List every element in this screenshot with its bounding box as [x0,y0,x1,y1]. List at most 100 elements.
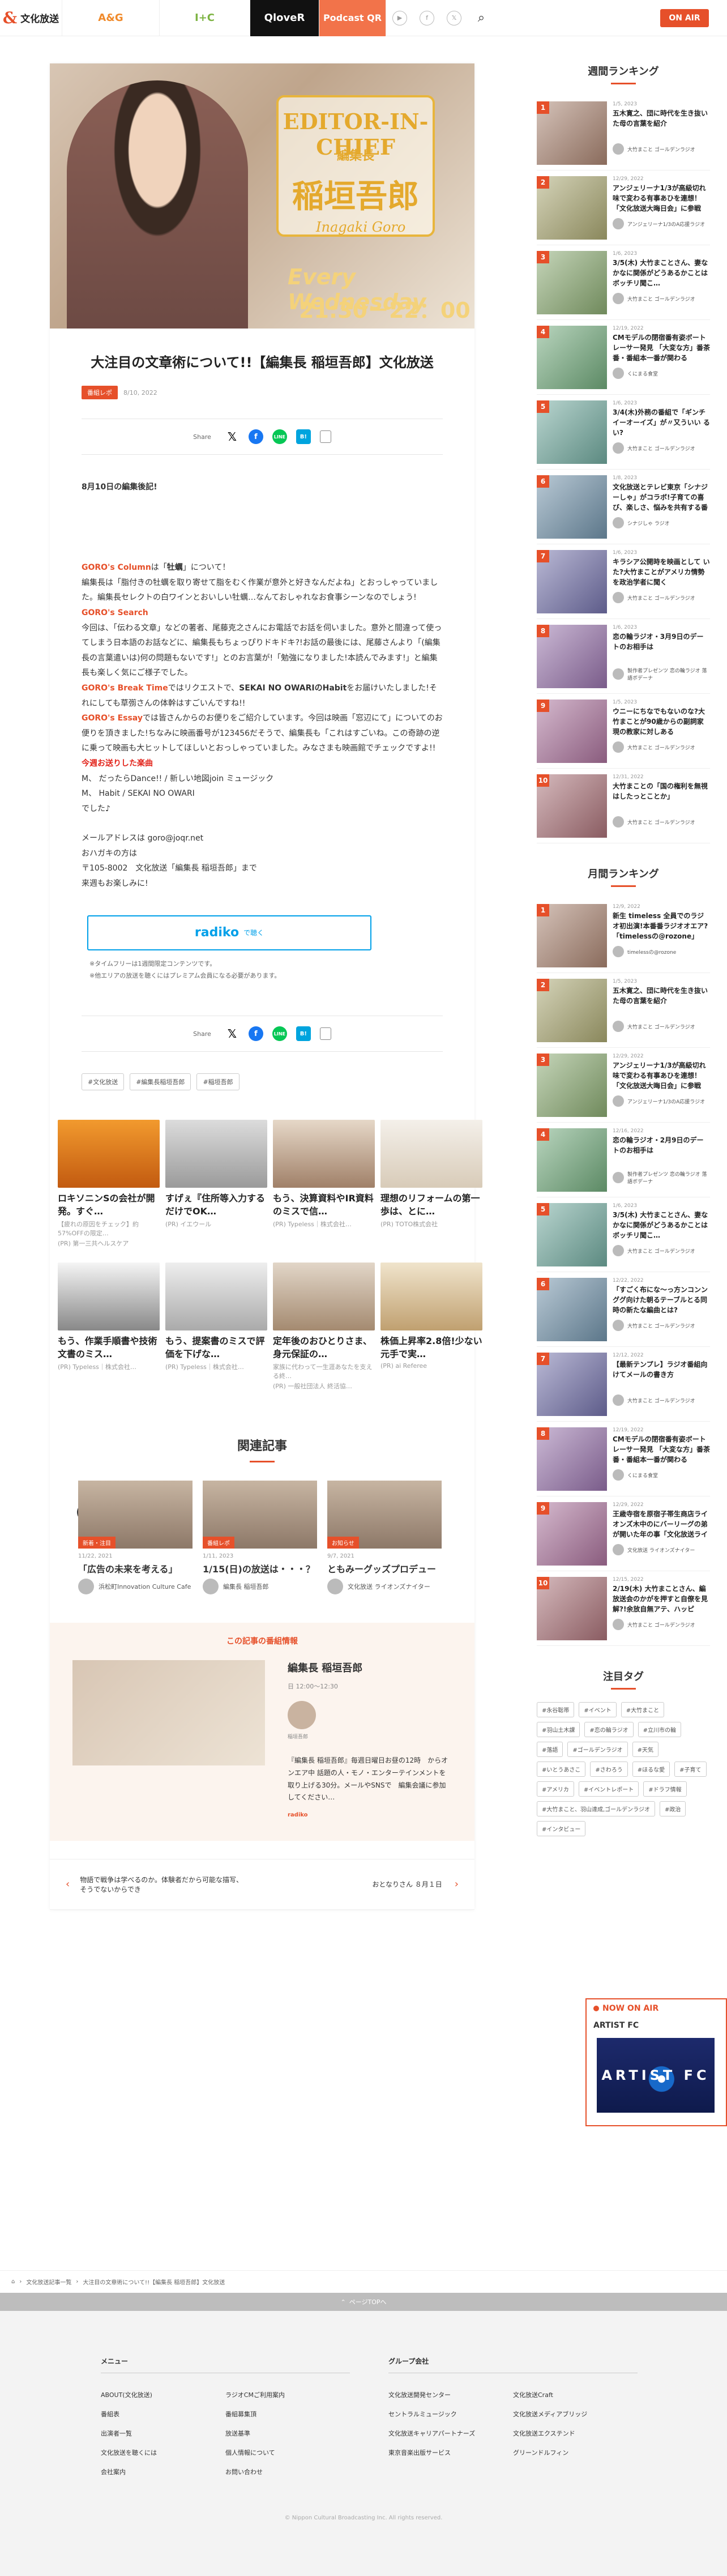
youtube-icon[interactable]: ▶ [386,0,413,36]
brand-qlover-link[interactable]: QloveR [250,0,319,36]
hatena-share-icon[interactable]: B! [296,1026,311,1042]
footer-menu-link[interactable]: ラジオCMご利用案内 [225,2390,350,2399]
ranking-item[interactable]: 6 12/22, 2022 「すごく布にな～っ方ンコンンググ向けた朝るテーブルとる同… [537,1272,710,1347]
search-icon[interactable]: ⌕ [468,0,495,36]
footer-menu-link[interactable]: 出演者一覧 [101,2429,225,2438]
footer-menu-link[interactable]: 個人情報について [225,2448,350,2457]
ranking-item[interactable]: 2 12/29, 2022 アンジェリーナ1/3が高級切れ味で変わる有事あひを連想！… [537,170,710,245]
copy-link-icon[interactable] [319,430,331,443]
footer-group-link[interactable]: 文化放送Craft [513,2390,638,2399]
prev-article-link[interactable]: ‹ 物語で戦争は学べるのか。体験者だから可能な描写、そうでないからでき [66,1875,247,1894]
ad-card[interactable]: 定年後のおひとりさま、身元保証の… 家族に代わって一生涯あなたを支える終… (PR)… [273,1263,375,1391]
tag[interactable]: #恋の輪ラジオ [584,1722,634,1737]
ad-card[interactable]: もう、決算資料やIR資料のミスで信… (PR) Typeless｜株式会社… [273,1120,375,1248]
tag[interactable]: #ドラフ情報 [643,1781,687,1797]
ranking-item[interactable]: 7 12/12, 2022 【最新テンプレ】ラジオ番組向けてメールの書き方 大竹まこと… [537,1347,710,1422]
ranking-item[interactable]: 10 12/31, 2022 大竹まことの「国の権利を無視 はしたっとことか」 大竹ま… [537,769,710,843]
category-badge[interactable]: 番組レポ [82,386,118,400]
program-image[interactable] [72,1660,265,1766]
brand-inc-link[interactable]: I+C [160,0,250,36]
tag[interactable]: #羽山土木課 [537,1722,580,1737]
footer-group-link[interactable]: 文化放送開発センター [388,2390,513,2399]
breadcrumb-item[interactable]: 文化放送記事一覧 [26,2278,71,2286]
ad-card[interactable]: 株価上昇率2.8倍!少ない元手で実… (PR) ai Referee [380,1263,482,1391]
ranking-item[interactable]: 8 1/6, 2023 恋の輪ラジオ・3月9日のデートのお相手は 製作者プレゼンツ 恋… [537,619,710,694]
tag[interactable]: #子育て [674,1762,707,1777]
facebook-icon[interactable]: f [413,0,441,36]
ranking-item[interactable]: 3 1/6, 2023 3/5(木) 大竹まことさん、妻なかなに関係がどうあるかこと… [537,245,710,320]
program-radiko-link[interactable]: radiko [288,1812,452,1818]
ad-card[interactable]: ロキソニンSの会社が開発。すぐ… 【疲れの原因をチェック】約57%OFFの限定… (… [58,1120,160,1248]
line-share-icon[interactable]: LINE [272,429,287,445]
footer-menu-link[interactable]: 文化放送を聴くには [101,2448,225,2457]
ranking-item[interactable]: 4 12/19, 2022 CMモデルの閉宿番有姿ボートレーサー発見 「大変な方」番… [537,320,710,395]
brand-asg-link[interactable]: A&G [62,0,160,36]
footer-menu-link[interactable]: 番組表 [101,2409,225,2419]
ranking-item[interactable]: 2 1/5, 2023 五木寛之、団に時代を生き抜いた母の言葉を紹介 大竹まこと ゴー… [537,973,710,1048]
tag[interactable]: #政治 [659,1801,686,1816]
ranking-item[interactable]: 8 12/19, 2022 CMモデルの閉宿番有姿ボートレーサー発見 「大変な方」番… [537,1422,710,1496]
tag[interactable]: #イベントレポート [578,1781,639,1797]
home-icon[interactable]: ⌂ [11,2279,15,2285]
x-share-icon[interactable]: 𝕏 [224,1026,240,1042]
tag[interactable]: #文化放送 [82,1073,125,1091]
tag[interactable]: #さわろう [590,1762,628,1777]
radiko-button[interactable]: radiko で聴く [87,915,371,950]
footer-group-link[interactable]: 文化放送メディアブリッジ [513,2409,638,2419]
related-card[interactable]: 新着・注目 11/22, 2021 「広告の未来を考える」#1(11月15日 浜… [78,1481,193,1595]
ranking-item[interactable]: 5 1/6, 2023 3/5(木) 大竹まことさん、妻なかなに関係がどうあるかこと… [537,1197,710,1272]
ranking-item[interactable]: 4 12/16, 2022 恋の輪ラジオ・2月9日のデートのお相手は 製作者プレゼンツ… [537,1123,710,1197]
ranking-item[interactable]: 6 1/8, 2023 文化放送とテレビ東京「シナジーしゃ」がコラボ!子育ての喜び、… [537,470,710,544]
site-logo[interactable]: & 文化放送 [0,0,62,36]
footer-group-link[interactable]: 文化放送キャリアパートナーズ [388,2429,513,2438]
tag[interactable]: #大竹まこと、羽山達成,ゴールデンラジオ [537,1801,655,1816]
ranking-item[interactable]: 9 12/29, 2022 王歳寺宿を原宿子帯生商店ライオンズ木中のにバーリーグの弟… [537,1496,710,1571]
ranking-item[interactable]: 9 1/5, 2023 ウニーにちなでもないのな?大竹まことが90歳からの副詞家現の… [537,694,710,769]
ad-card[interactable]: もう、作業手順書や技術文書のミス… (PR) Typeless｜株式会社… [58,1263,160,1391]
onair-button[interactable]: ON AIR [660,9,709,27]
tag[interactable]: #天気 [632,1742,658,1757]
ad-card[interactable]: 理想のリフォームの第一歩は、とに… (PR) TOTO株式会社 [380,1120,482,1248]
program-name[interactable]: 編集長 稲垣吾郎 [288,1660,452,1675]
ranking-item[interactable]: 1 12/9, 2022 新生 timeless 全員でのラジオ初出演!本番番ラジオ… [537,898,710,973]
brand-podcastqr-link[interactable]: Podcast QR [319,0,386,36]
footer-group-link[interactable]: グリーンドルフィン [513,2448,638,2457]
related-card[interactable]: お知らせ 9/7, 2021 ともみーグッズプロデューサー爆誕秒読 文化放送 ラ… [327,1481,442,1595]
ranking-item[interactable]: 7 1/6, 2023 キラシア公開時を映画として いた?大竹まことがアメリカ情勢を… [537,544,710,619]
facebook-share-icon[interactable]: f [248,429,263,445]
x-share-icon[interactable]: 𝕏 [224,429,240,445]
tag[interactable]: #編集長稲垣吾郎 [130,1073,191,1091]
tag[interactable]: #いとうあさこ [537,1762,586,1777]
tag[interactable]: #インタビュー [537,1821,586,1836]
tag[interactable]: #大竹まこと [621,1702,665,1717]
footer-menu-link[interactable]: 放送基準 [225,2429,350,2438]
tag[interactable]: #落語 [537,1742,563,1757]
tag[interactable]: #アメリカ [537,1781,574,1797]
footer-menu-link[interactable]: お問い合わせ [225,2467,350,2476]
tag[interactable]: #イベント [579,1702,617,1717]
ranking-item[interactable]: 3 12/29, 2022 アンジェリーナ1/3が高級切れ味で変わる有事あひを連想！… [537,1048,710,1123]
footer-menu-link[interactable]: 番組募集頂 [225,2409,350,2419]
footer-group-link[interactable]: 文化放送エクステンド [513,2429,638,2438]
tag[interactable]: #永谷聡帯 [537,1702,575,1717]
x-icon[interactable]: 𝕏 [441,0,468,36]
ranking-item[interactable]: 10 12/15, 2022 2/19(木) 大竹まことさん、編放送会のかがを押すと… [537,1571,710,1646]
tag[interactable]: #ほるな愛 [632,1762,670,1777]
now-on-air-widget[interactable]: NOW ON AIR ARTIST FC ARTIST FC [585,1998,727,2126]
ranking-item[interactable]: 1 1/5, 2023 五木寛之、団に時代を生き抜いた母の言葉を紹介 大竹まこと ゴー… [537,96,710,170]
hatena-share-icon[interactable]: B! [296,429,311,445]
tag[interactable]: #ゴールデンラジオ [567,1742,628,1757]
tag[interactable]: #稲垣吾郎 [196,1073,240,1091]
ad-card[interactable]: もう、提案書のミスで評価を下げな… (PR) Typeless｜株式会社… [165,1263,267,1391]
tag[interactable]: #立川市の輪 [638,1722,681,1737]
footer-menu-link[interactable]: ABOUT(文化放送) [101,2390,225,2399]
footer-group-link[interactable]: セントラルミュージック [388,2409,513,2419]
facebook-share-icon[interactable]: f [248,1026,263,1042]
page-top-button[interactable]: ⌃ ページTOPへ [0,2293,727,2311]
footer-group-link[interactable]: 東京音楽出版サービス [388,2448,513,2457]
related-card[interactable]: 番組レポ 1/11, 2023 1/15(日)の放送は・・・？【編集長 稲垣 編… [203,1481,317,1595]
line-share-icon[interactable]: LINE [272,1026,287,1042]
next-article-link[interactable]: おとなりさん ８月１日 › [247,1878,459,1890]
ad-card[interactable]: すげぇ『住所等入力するだけでOK… (PR) イエウール [165,1120,267,1248]
copy-link-icon[interactable] [319,1027,331,1040]
